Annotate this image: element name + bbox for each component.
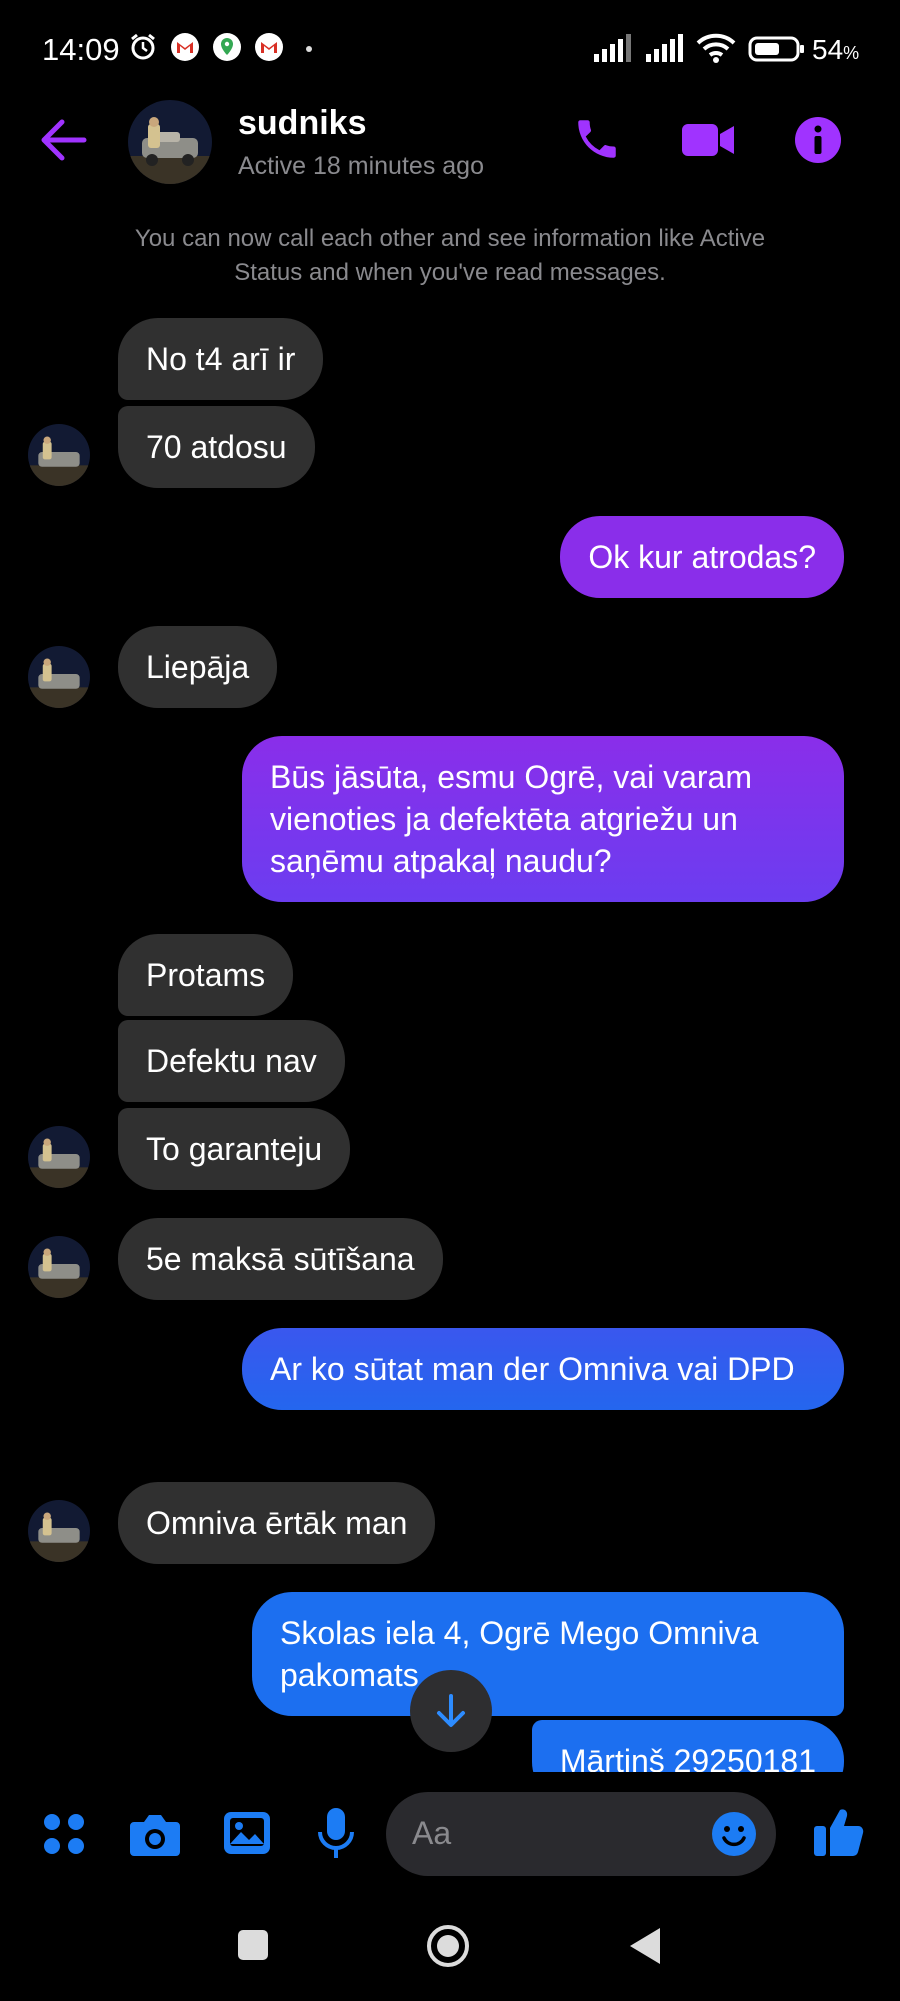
sender-avatar[interactable] <box>28 1236 90 1298</box>
apps-icon[interactable] <box>42 1812 86 1856</box>
battery-icon <box>748 36 804 62</box>
battery-percent: 54% <box>812 34 860 65</box>
avatar-photo <box>28 424 90 486</box>
avatar-photo <box>128 100 212 184</box>
message-outgoing[interactable]: Skolas iela 4, Ogrē Mego Omniva pakomats <box>252 1592 844 1716</box>
video-camera-icon[interactable] <box>680 120 736 160</box>
gallery-icon[interactable] <box>222 1810 272 1856</box>
avatar-photo <box>28 1500 90 1562</box>
contact-name[interactable]: sudniks <box>238 104 366 143</box>
avatar-photo <box>28 646 90 708</box>
contact-avatar[interactable] <box>128 100 212 184</box>
message-outgoing[interactable]: Ar ko sūtat man der Omniva vai DPD <box>242 1328 844 1410</box>
sender-avatar[interactable] <box>28 1500 90 1562</box>
microphone-icon[interactable] <box>316 1806 356 1860</box>
message-incoming[interactable]: Omniva ērtāk man <box>118 1482 436 1564</box>
message-incoming[interactable]: Liepāja <box>118 626 278 708</box>
thumbs-up-icon[interactable] <box>812 1804 864 1858</box>
emoji-icon[interactable] <box>710 1810 758 1858</box>
call-permission-notice: You can now call each other and see info… <box>134 225 766 286</box>
message-incoming[interactable]: Defektu nav <box>118 1020 345 1102</box>
gmail-icon <box>171 33 199 61</box>
avatar-photo <box>28 1236 90 1298</box>
signal-icon <box>594 34 631 62</box>
wifi-icon <box>696 33 736 63</box>
message-incoming[interactable]: 5e maksā sūtīšana <box>118 1218 443 1300</box>
arrow-down-icon <box>437 1694 465 1727</box>
message-outgoing[interactable]: Būs jāsūta, esmu Ogrē, vai varam vienoti… <box>242 736 844 902</box>
maps-icon <box>213 33 241 61</box>
alarm-icon <box>131 33 155 60</box>
status-time: 14:09 <box>42 32 120 67</box>
gmail-icon <box>255 33 283 61</box>
message-outgoing[interactable]: Ok kur atrodas? <box>560 516 844 598</box>
back-arrow-icon[interactable] <box>40 118 88 162</box>
sender-avatar[interactable] <box>28 424 90 486</box>
message-incoming[interactable]: No t4 arī ir <box>118 318 324 400</box>
contact-active-status: Active 18 minutes ago <box>238 152 484 180</box>
message-incoming[interactable]: Protams <box>118 934 294 1016</box>
sender-avatar[interactable] <box>28 1126 90 1188</box>
message-incoming[interactable]: 70 atdosu <box>118 406 315 488</box>
scroll-to-bottom-button[interactable] <box>410 1670 492 1752</box>
avatar-photo <box>28 1126 90 1188</box>
phone-icon[interactable] <box>572 114 622 164</box>
message-input-placeholder: Aa <box>412 1815 452 1851</box>
signal-icon <box>646 34 683 62</box>
notification-dot <box>306 46 312 52</box>
home-button[interactable] <box>426 1924 470 1968</box>
system-back-button[interactable] <box>628 1926 662 1966</box>
info-icon[interactable] <box>794 116 842 164</box>
message-outgoing[interactable]: Mārtinš 29250181 <box>531 1720 844 1772</box>
sender-avatar[interactable] <box>28 646 90 708</box>
camera-icon[interactable] <box>128 1810 182 1858</box>
recents-button[interactable] <box>238 1930 268 1960</box>
message-incoming[interactable]: To garanteju <box>118 1108 351 1190</box>
